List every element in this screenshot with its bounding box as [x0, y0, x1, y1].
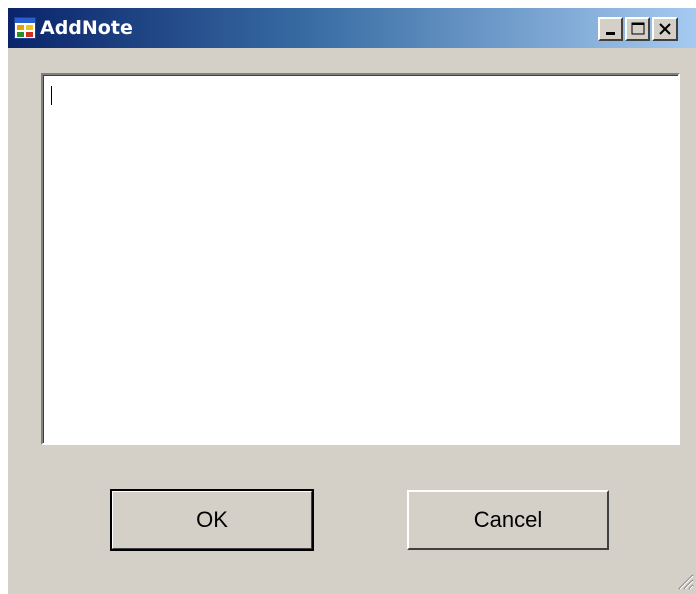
- title-bar[interactable]: AddNote: [8, 8, 696, 48]
- cancel-button[interactable]: Cancel: [407, 490, 609, 550]
- app-form-icon[interactable]: [14, 17, 36, 39]
- ok-button[interactable]: OK: [110, 489, 314, 551]
- window-title: AddNote: [40, 17, 133, 39]
- ok-button-label: OK: [196, 507, 228, 532]
- minimize-icon: [606, 32, 615, 35]
- note-textarea-inner[interactable]: [43, 75, 678, 443]
- note-textarea[interactable]: [41, 73, 680, 445]
- close-button[interactable]: [652, 17, 678, 41]
- minimize-button[interactable]: [598, 17, 623, 41]
- maximize-button[interactable]: [625, 17, 650, 41]
- addnote-dialog: AddNote OK Cancel: [8, 8, 696, 594]
- maximize-icon: [631, 22, 645, 35]
- resize-grip-icon[interactable]: [676, 572, 694, 590]
- close-icon: [659, 23, 671, 35]
- cancel-button-label: Cancel: [473, 507, 543, 532]
- text-caret: [51, 86, 52, 105]
